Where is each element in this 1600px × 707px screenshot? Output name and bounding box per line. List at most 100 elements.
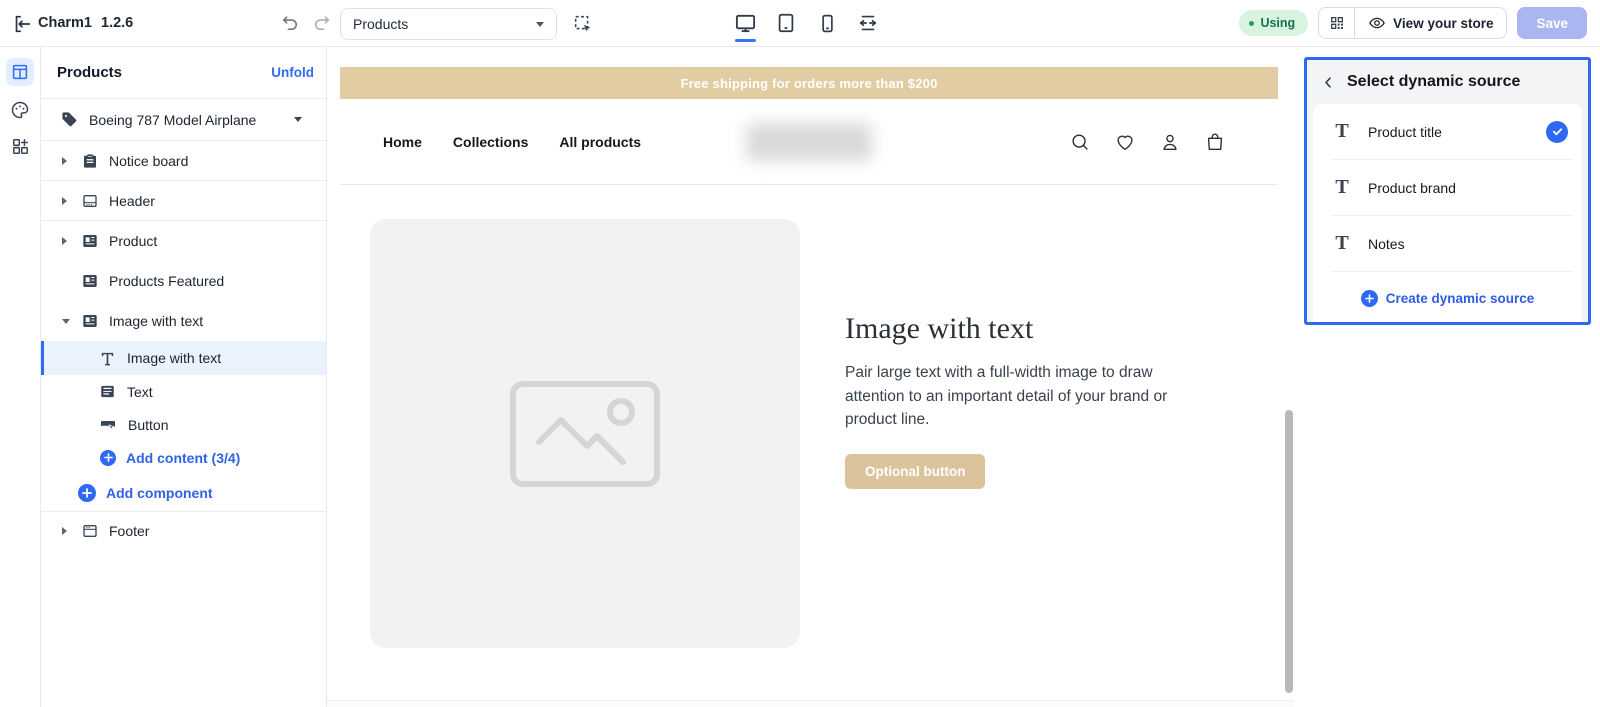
- product-picker-row[interactable]: Boeing 787 Model Airplane: [41, 99, 326, 141]
- tree-item-header[interactable]: Header: [41, 181, 326, 221]
- back-button[interactable]: [1321, 75, 1336, 90]
- rail-item-sections[interactable]: [6, 58, 34, 86]
- fit-width-icon: [857, 12, 879, 34]
- image-with-text-copy: Image with text Pair large text with a f…: [845, 312, 1205, 489]
- canvas-bottom-edge: [327, 700, 1294, 707]
- unfold-link[interactable]: Unfold: [271, 65, 314, 80]
- dynamic-source-option-product-title[interactable]: T Product title: [1313, 104, 1582, 159]
- search-icon[interactable]: [1069, 131, 1091, 153]
- exit-editor-button[interactable]: [9, 11, 35, 37]
- tree-item-notice-board[interactable]: Notice board: [41, 141, 326, 181]
- rail-item-apps[interactable]: [6, 132, 34, 160]
- panel-title: Select dynamic source: [1347, 73, 1521, 90]
- fit-width-preview-button[interactable]: [856, 11, 880, 35]
- chevron-right-icon[interactable]: [62, 196, 72, 205]
- store-header-icons: [1069, 99, 1226, 184]
- tree-item-products-featured[interactable]: Products Featured: [41, 261, 326, 301]
- mobile-icon: [817, 13, 838, 34]
- add-component-label: Add component: [106, 484, 213, 501]
- optional-button[interactable]: Optional button: [845, 453, 986, 489]
- nav-link-all-products[interactable]: All products: [559, 134, 641, 150]
- palette-icon: [10, 100, 30, 120]
- tag-icon: [61, 111, 78, 128]
- tablet-icon: [775, 12, 797, 34]
- add-component-link[interactable]: Add component: [41, 474, 326, 512]
- tree-child-button[interactable]: Button: [41, 408, 326, 441]
- text-type-icon: T: [1335, 232, 1349, 254]
- tree-item-label: Header: [109, 192, 155, 209]
- store-actions-group: View your store: [1318, 7, 1508, 39]
- chevron-right-icon[interactable]: [62, 237, 72, 245]
- using-badge-label: Using: [1260, 16, 1296, 30]
- redo-icon: [312, 13, 332, 33]
- store-page: Free shipping for orders more than $200 …: [340, 67, 1278, 700]
- dynamic-source-panel: Select dynamic source T Product title T …: [1304, 57, 1591, 325]
- account-icon[interactable]: [1159, 131, 1181, 153]
- desktop-preview-button[interactable]: [733, 11, 757, 35]
- image-placeholder[interactable]: [370, 219, 800, 648]
- section-heading: Image with text: [845, 312, 1034, 345]
- section-card-icon: [82, 233, 98, 249]
- chevron-down-icon[interactable]: [62, 318, 72, 324]
- editor-rail: [0, 47, 41, 707]
- tree-item-image-with-text[interactable]: Image with text: [41, 301, 326, 341]
- tree-child-text[interactable]: Text: [41, 375, 326, 408]
- tree-item-footer[interactable]: Footer: [41, 512, 326, 550]
- dynamic-source-option-notes[interactable]: T Notes: [1313, 216, 1582, 271]
- qr-code-button[interactable]: [1319, 8, 1356, 38]
- view-store-label: View your store: [1393, 15, 1494, 31]
- topbar: Charm1 1.2.6 Products Using View your st…: [0, 0, 1600, 47]
- section-card-icon: [82, 273, 98, 289]
- cart-bag-icon[interactable]: [1204, 131, 1226, 153]
- canvas-scrollbar[interactable]: [1285, 47, 1293, 700]
- dynamic-source-option-product-brand[interactable]: T Product brand: [1313, 160, 1582, 215]
- image-with-text-section[interactable]: Image with text Pair large text with a f…: [340, 185, 1278, 699]
- tree-header: Products Unfold: [41, 47, 326, 99]
- dynamic-source-list: T Product title T Product brand T Notes: [1313, 104, 1582, 322]
- select-element-tool-button[interactable]: [572, 13, 594, 35]
- tree-item-label: Products Featured: [109, 273, 225, 289]
- text-type-icon: T: [1335, 176, 1349, 198]
- nav-link-home[interactable]: Home: [383, 134, 422, 150]
- announcement-text: Free shipping for orders more than $200: [680, 75, 938, 91]
- create-dynamic-source-link[interactable]: Create dynamic source: [1313, 272, 1582, 322]
- tree-panel-title: Products: [57, 64, 123, 81]
- nav-link-collections[interactable]: Collections: [453, 134, 528, 150]
- theme-editor: Charm1 1.2.6 Products Using View your st…: [0, 0, 1600, 707]
- redo-button[interactable]: [312, 13, 332, 33]
- text-block-icon: [100, 384, 115, 399]
- sections-tree-panel: Products Unfold Boeing 787 Model Airplan…: [41, 47, 327, 707]
- exit-icon: [11, 13, 33, 35]
- footer-section-icon: [82, 523, 98, 539]
- tree-child-image-with-text[interactable]: Image with text: [41, 341, 326, 375]
- wishlist-heart-icon[interactable]: [1114, 131, 1136, 153]
- create-label: Create dynamic source: [1385, 291, 1535, 306]
- eye-icon: [1368, 14, 1386, 32]
- selected-check-icon: [1546, 120, 1568, 143]
- announcement-bar[interactable]: Free shipping for orders more than $200: [340, 67, 1278, 99]
- chevron-right-icon[interactable]: [62, 527, 72, 535]
- add-content-link[interactable]: Add content (3/4): [41, 441, 326, 474]
- tree-child-label: Text: [127, 383, 153, 400]
- save-button[interactable]: Save: [1517, 7, 1587, 39]
- plus-circle-icon: [1360, 290, 1378, 307]
- scrollbar-thumb[interactable]: [1285, 410, 1293, 693]
- rail-item-theme-styles[interactable]: [6, 96, 34, 124]
- product-picker-label: Boeing 787 Model Airplane: [89, 111, 257, 128]
- tablet-preview-button[interactable]: [774, 11, 798, 35]
- page-selector-dropdown[interactable]: Products: [340, 8, 557, 40]
- tree-child-label: Button: [128, 416, 169, 433]
- add-content-label: Add content (3/4): [126, 449, 241, 466]
- sections-layout-icon: [11, 63, 29, 81]
- topbar-right-cluster: Using View your store Save: [1239, 7, 1587, 39]
- chevron-right-icon[interactable]: [62, 156, 72, 165]
- undo-button[interactable]: [280, 13, 300, 33]
- view-store-button[interactable]: View your store: [1355, 8, 1506, 38]
- header-section-icon: [82, 193, 98, 209]
- tree-item-product[interactable]: Product: [41, 221, 326, 261]
- button-cursor-icon: [100, 417, 116, 433]
- app-title: Charm1 1.2.6: [38, 15, 133, 31]
- mobile-preview-button[interactable]: [815, 11, 839, 35]
- tree-item-label: Image with text: [109, 313, 204, 329]
- page-selector-value: Products: [353, 16, 409, 32]
